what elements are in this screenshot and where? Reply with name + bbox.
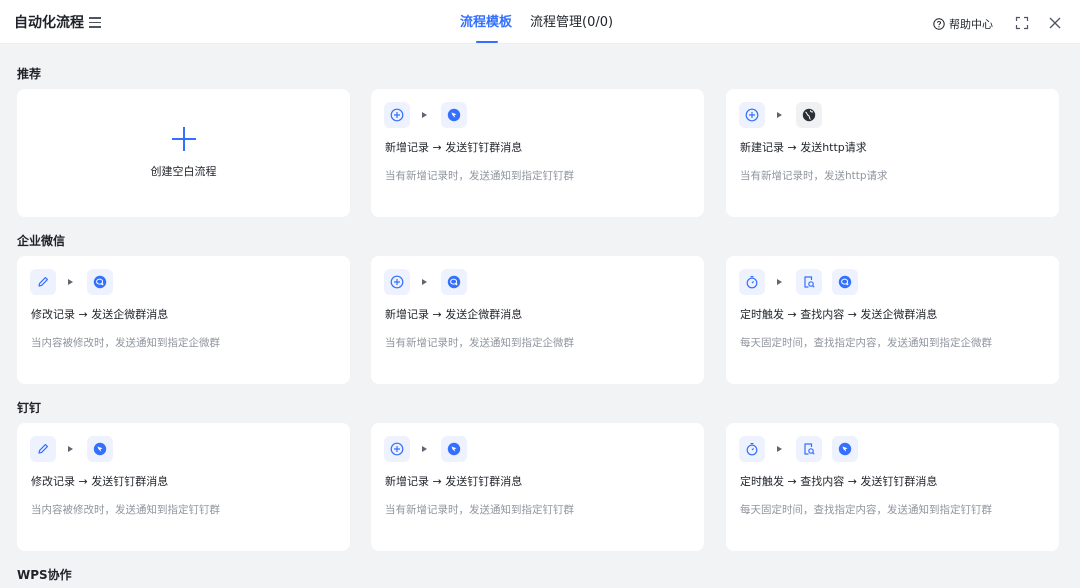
flow-arrow-icon — [777, 279, 782, 285]
find-content-icon — [796, 269, 822, 295]
dingtalk-icon — [87, 436, 113, 462]
timer-icon — [739, 269, 765, 295]
card-description: 每天固定时间，查找指定内容，发送通知到指定钉钉群 — [740, 504, 992, 516]
help-center-button[interactable]: 帮助中心 — [933, 15, 993, 33]
flow-arrow-icon — [68, 279, 73, 285]
find-content-icon — [796, 436, 822, 462]
app-title: 自动化流程 — [14, 15, 84, 31]
template-card[interactable]: 新建记录 → 发送http请求 当有新增记录时，发送http请求 — [726, 89, 1059, 217]
card-description: 每天固定时间，查找指定内容，发送通知到指定企微群 — [740, 337, 992, 349]
card-description: 当内容被修改时，发送通知到指定企微群 — [31, 337, 220, 349]
wecom-icon — [87, 269, 113, 295]
tab-templates[interactable]: 流程模板 — [460, 13, 512, 33]
card-title: 新增记录 → 发送钉钉群消息 — [385, 475, 523, 488]
template-card[interactable]: 新增记录 → 发送钉钉群消息 当有新增记录时，发送通知到指定钉钉群 — [371, 423, 704, 551]
wecom-icon — [832, 269, 858, 295]
edit-pencil-icon — [30, 269, 56, 295]
timer-icon — [739, 436, 765, 462]
template-card[interactable]: 新增记录 → 发送钉钉群消息 当有新增记录时，发送通知到指定钉钉群 — [371, 89, 704, 217]
help-circle-icon — [933, 18, 945, 30]
card-title: 定时触发 → 查找内容 → 发送钉钉群消息 — [740, 475, 938, 488]
tab-flow-management[interactable]: 流程管理(0/0) — [530, 13, 613, 33]
add-record-icon — [384, 436, 410, 462]
template-card[interactable]: 修改记录 → 发送钉钉群消息 当内容被修改时，发送通知到指定钉钉群 — [17, 423, 350, 551]
card-title: 新增记录 → 发送钉钉群消息 — [385, 141, 523, 154]
template-card[interactable]: 新增记录 → 发送企微群消息 当有新增记录时，发送通知到指定企微群 — [371, 256, 704, 384]
create-blank-flow-label: 创建空白流程 — [150, 165, 217, 178]
top-bar: 自动化流程 流程模板 流程管理(0/0) 帮助中心 — [0, 0, 1080, 44]
edit-pencil-icon — [30, 436, 56, 462]
close-icon[interactable] — [1048, 16, 1062, 30]
section-title-wecom: 企业微信 — [17, 234, 66, 248]
section-title-dingtalk: 钉钉 — [17, 401, 42, 415]
card-description: 当有新增记录时，发送http请求 — [740, 170, 888, 182]
card-description: 当有新增记录时，发送通知到指定钉钉群 — [385, 170, 574, 182]
flow-arrow-icon — [777, 446, 782, 452]
card-description: 当有新增记录时，发送通知到指定企微群 — [385, 337, 574, 349]
section-title-recommend: 推荐 — [17, 67, 42, 81]
add-record-icon — [384, 269, 410, 295]
menu-icon[interactable] — [89, 17, 101, 28]
globe-icon — [796, 102, 822, 128]
flow-arrow-icon — [777, 112, 782, 118]
flow-arrow-icon — [422, 279, 427, 285]
dingtalk-icon — [832, 436, 858, 462]
card-title: 修改记录 → 发送企微群消息 — [31, 308, 169, 321]
template-card[interactable]: 定时触发 → 查找内容 → 发送钉钉群消息 每天固定时间，查找指定内容，发送通知… — [726, 423, 1059, 551]
add-record-icon — [384, 102, 410, 128]
card-description: 当内容被修改时，发送通知到指定钉钉群 — [31, 504, 220, 516]
add-record-icon — [739, 102, 765, 128]
active-tab-indicator — [476, 41, 498, 43]
card-title: 定时触发 → 查找内容 → 发送企微群消息 — [740, 308, 938, 321]
template-card[interactable]: 修改记录 → 发送企微群消息 当内容被修改时，发送通知到指定企微群 — [17, 256, 350, 384]
flow-arrow-icon — [68, 446, 73, 452]
template-card[interactable]: 定时触发 → 查找内容 → 发送企微群消息 每天固定时间，查找指定内容，发送通知… — [726, 256, 1059, 384]
wecom-icon — [441, 269, 467, 295]
card-title: 修改记录 → 发送钉钉群消息 — [31, 475, 169, 488]
card-title: 新建记录 → 发送http请求 — [740, 141, 867, 154]
plus-icon — [172, 127, 196, 151]
section-title-wps: WPS协作 — [17, 568, 72, 582]
flow-arrow-icon — [422, 446, 427, 452]
dingtalk-icon — [441, 102, 467, 128]
expand-icon[interactable] — [1015, 16, 1029, 30]
help-center-label: 帮助中心 — [949, 18, 993, 31]
dingtalk-icon — [441, 436, 467, 462]
card-description: 当有新增记录时，发送通知到指定钉钉群 — [385, 504, 574, 516]
flow-arrow-icon — [422, 112, 427, 118]
card-title: 新增记录 → 发送企微群消息 — [385, 308, 523, 321]
create-blank-flow-card[interactable]: 创建空白流程 — [17, 89, 350, 217]
